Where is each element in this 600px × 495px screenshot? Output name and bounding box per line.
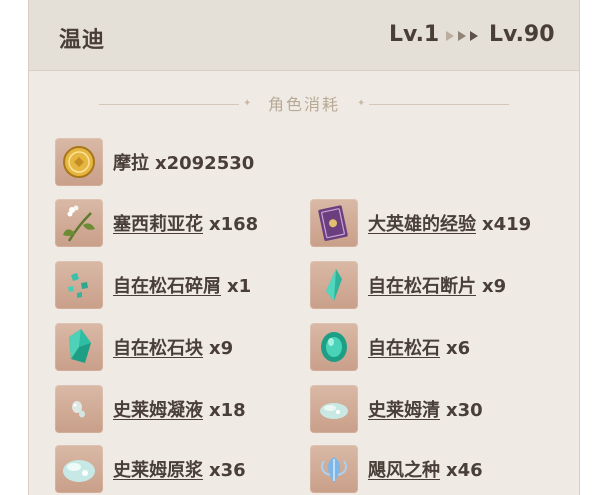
material-name: 塞西莉亚花 <box>113 214 203 235</box>
material-count: x168 <box>209 214 259 235</box>
turquoise-chunk-icon <box>55 323 103 371</box>
material-item-slime-secretions[interactable]: 史莱姆清 x30 <box>310 384 483 434</box>
material-count: x18 <box>209 400 246 421</box>
level-from: Lv.1 <box>389 22 440 47</box>
material-item-hurricane-seed[interactable]: 飓风之种 x46 <box>310 444 483 494</box>
material-item-turquoise-sliver[interactable]: 自在松石碎屑 x1 <box>55 260 251 310</box>
material-count: x419 <box>482 214 532 235</box>
ascension-cost-card: 温迪 Lv.1 Lv.90 ✦ 角色消耗 ✦ 摩拉 x2092530 塞西莉亚花… <box>28 0 580 495</box>
character-name: 温迪 <box>59 28 106 53</box>
material-count: x30 <box>446 400 483 421</box>
turquoise-gemstone-icon <box>310 323 358 371</box>
hurricane-seed-icon <box>310 445 358 493</box>
mora-coin-icon <box>55 138 103 186</box>
material-name: 摩拉 <box>113 153 149 174</box>
divider-line-right <box>369 104 509 105</box>
material-item-heros-wit[interactable]: 大英雄的经验 x419 <box>310 198 531 248</box>
material-name: 飓风之种 <box>368 460 440 481</box>
turquoise-fragment-icon <box>310 261 358 309</box>
material-count: x9 <box>482 276 507 297</box>
material-item-slime-concentrate[interactable]: 史莱姆原浆 x36 <box>55 444 246 494</box>
material-name: 自在松石断片 <box>368 276 476 297</box>
material-item-cecilia[interactable]: 塞西莉亚花 x168 <box>55 198 258 248</box>
level-arrows-icon <box>446 31 478 41</box>
cecilia-flower-icon <box>55 199 103 247</box>
divider-star-right-icon: ✦ <box>357 98 366 109</box>
material-name: 自在松石 <box>368 338 440 359</box>
heros-wit-book-icon <box>310 199 358 247</box>
material-item-turquoise-gemstone[interactable]: 自在松石 x6 <box>310 322 470 372</box>
section-divider: ✦ 角色消耗 ✦ <box>99 93 509 117</box>
material-item-turquoise-chunk[interactable]: 自在松石块 x9 <box>55 322 233 372</box>
material-count: x2092530 <box>155 153 255 174</box>
slime-concentrate-icon <box>55 445 103 493</box>
slime-secretions-icon <box>310 385 358 433</box>
material-name: 史莱姆原浆 <box>113 460 203 481</box>
material-item-slime-condensate[interactable]: 史莱姆凝液 x18 <box>55 384 246 434</box>
slime-condensate-icon <box>55 385 103 433</box>
material-name: 自在松石块 <box>113 338 203 359</box>
section-title: 角色消耗 <box>267 95 340 114</box>
level-to: Lv.90 <box>489 22 555 47</box>
material-count: x46 <box>446 460 483 481</box>
divider-star-left-icon: ✦ <box>243 98 252 109</box>
material-count: x1 <box>227 276 252 297</box>
divider-line-left <box>99 104 239 105</box>
card-header: 温迪 Lv.1 Lv.90 <box>29 0 579 71</box>
material-name: 大英雄的经验 <box>368 214 476 235</box>
turquoise-sliver-icon <box>55 261 103 309</box>
material-item-turquoise-fragment[interactable]: 自在松石断片 x9 <box>310 260 506 310</box>
material-name: 自在松石碎屑 <box>113 276 221 297</box>
material-item-mora: 摩拉 x2092530 <box>55 137 254 187</box>
material-name: 史莱姆凝液 <box>113 400 203 421</box>
material-count: x9 <box>209 338 234 359</box>
material-count: x6 <box>446 338 471 359</box>
material-count: x36 <box>209 460 246 481</box>
material-name: 史莱姆清 <box>368 400 440 421</box>
